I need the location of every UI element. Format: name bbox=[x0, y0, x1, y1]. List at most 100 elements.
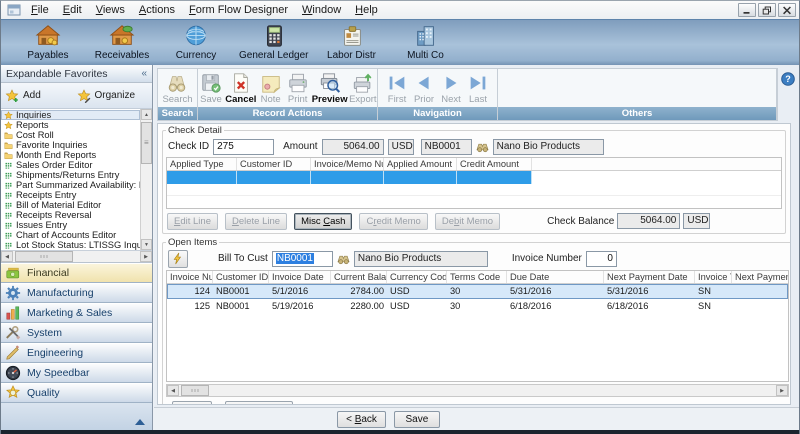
close-button[interactable] bbox=[778, 3, 796, 17]
grid-scroll-left-arrow-icon[interactable]: ◀ bbox=[167, 385, 179, 396]
back-button[interactable]: < Back bbox=[337, 411, 386, 428]
invoice-number-input[interactable] bbox=[586, 251, 617, 267]
accordion-item-system[interactable]: System bbox=[1, 323, 152, 343]
star-icon bbox=[4, 121, 13, 130]
column-header-terms-code[interactable]: Terms Code bbox=[447, 271, 507, 283]
toolbar-labor-distr[interactable]: Labor Distr bbox=[321, 23, 383, 61]
favorite-item-favorite-inquiries[interactable]: Favorite Inquiries bbox=[1, 140, 140, 150]
help-icon[interactable]: ? bbox=[781, 72, 795, 86]
bill-to-input[interactable]: NB0001 bbox=[272, 251, 333, 267]
menu-edit[interactable]: Edit bbox=[56, 2, 89, 18]
scroll-right-arrow-icon[interactable]: ▶ bbox=[140, 251, 152, 262]
grid-horizontal-scrollbar[interactable]: ◀ ▶ bbox=[166, 384, 789, 397]
sidebar-filler bbox=[1, 403, 152, 431]
favorite-item-reports[interactable]: Reports bbox=[1, 120, 140, 130]
accordion-item-manufacturing[interactable]: Manufacturing bbox=[1, 283, 152, 303]
column-header-invoice-type[interactable]: Invoice Type bbox=[695, 271, 732, 283]
scroll-left-arrow-icon[interactable]: ◀ bbox=[1, 251, 13, 262]
accordion-item-financial[interactable]: Financial bbox=[1, 263, 152, 283]
favorites-horizontal-scrollbar[interactable]: ◀ ▶ bbox=[1, 251, 152, 263]
toolbar-currency[interactable]: Currency bbox=[165, 23, 227, 61]
folder-icon bbox=[4, 151, 13, 160]
column-header-next-payment-amount[interactable]: Next Payment Amount bbox=[732, 271, 788, 283]
column-header-invoice-date[interactable]: Invoice Date bbox=[269, 271, 331, 283]
toolbar-receivables[interactable]: Receivables bbox=[91, 23, 153, 61]
favorite-item-sales-order-editor[interactable]: Sales Order Editor bbox=[1, 160, 140, 170]
misc-cash-button[interactable]: Misc Cash bbox=[294, 213, 352, 230]
grid-scroll-right-arrow-icon[interactable]: ▶ bbox=[776, 385, 788, 396]
ribbon-group-caption-navigation: Navigation bbox=[378, 107, 497, 120]
favorite-item-lot-stock-status-ltissg-inquiry[interactable]: Lot Stock Status: LTISSG Inquiry bbox=[1, 240, 140, 250]
refresh-open-items-button[interactable] bbox=[168, 250, 188, 268]
vertical-scroll-thumb[interactable] bbox=[141, 122, 152, 164]
quality-icon bbox=[5, 385, 21, 401]
pay-button[interactable]: Pay bbox=[172, 401, 212, 405]
column-header-customer-id[interactable]: Customer ID bbox=[237, 158, 311, 170]
form-icon bbox=[4, 221, 13, 230]
accordion-item-engineering[interactable]: Engineering bbox=[1, 343, 152, 363]
column-header-applied-type[interactable]: Applied Type bbox=[167, 158, 237, 170]
favorite-item-receipts-entry[interactable]: Receipts Entry bbox=[1, 190, 140, 200]
folder-icon bbox=[4, 131, 13, 140]
cancel-button[interactable]: Cancel bbox=[225, 71, 257, 106]
favorite-item-inquiries[interactable]: Inquiries bbox=[1, 110, 140, 120]
preview-button[interactable]: Preview bbox=[312, 71, 348, 106]
column-header-current-balance[interactable]: Current Balance bbox=[331, 271, 387, 283]
form-icon bbox=[4, 171, 13, 180]
column-header-currency-code[interactable]: Currency Code bbox=[387, 271, 447, 283]
open-items-group: Open Items Bill To Cust NB0001 Nano Bio … bbox=[162, 237, 791, 405]
ribbon-toolbar: SearchSearchSaveCancelNotePrintPreviewEx… bbox=[157, 68, 778, 121]
partial-pay-button[interactable]: Partial Pay bbox=[225, 401, 293, 405]
favorite-item-label: Bill of Material Editor bbox=[16, 200, 101, 210]
column-header-next-payment-date[interactable]: Next Payment Date bbox=[604, 271, 695, 283]
menu-form-flow-designer[interactable]: Form Flow Designer bbox=[182, 2, 295, 18]
favorite-item-part-summarized-availability-icisag-inq[interactable]: Part Summarized Availability: ICISAG Inq bbox=[1, 180, 140, 190]
bill-to-lookup-icon[interactable] bbox=[337, 253, 350, 265]
menu-window[interactable]: Window bbox=[295, 2, 348, 18]
column-header-applied-amount[interactable]: Applied Amount bbox=[384, 158, 457, 170]
favorite-item-chart-of-accounts-editor[interactable]: Chart of Accounts Editor bbox=[1, 230, 140, 240]
grid-cell bbox=[167, 171, 237, 184]
column-header-credit-amount[interactable]: Credit Amount bbox=[457, 158, 532, 170]
organize-favorites-button[interactable]: Organize bbox=[77, 89, 149, 103]
grid-scroll-thumb[interactable] bbox=[181, 385, 209, 396]
horizontal-scroll-thumb[interactable] bbox=[15, 251, 73, 262]
favorites-vertical-scrollbar[interactable]: ▲ ▼ bbox=[140, 109, 152, 250]
favorite-item-receipts-reversal[interactable]: Receipts Reversal bbox=[1, 210, 140, 220]
applied-grid[interactable]: Applied TypeCustomer IDInvoice/Memo Numb… bbox=[166, 157, 782, 209]
grid-cell: NB0001 bbox=[213, 284, 269, 299]
column-header-due-date[interactable]: Due Date bbox=[507, 271, 604, 283]
favorite-item-shipments-returns-entry[interactable]: Shipments/Returns Entry bbox=[1, 170, 140, 180]
collapse-sidebar-button[interactable]: « bbox=[141, 68, 147, 79]
menu-views[interactable]: Views bbox=[89, 2, 132, 18]
menu-file[interactable]: File bbox=[24, 2, 56, 18]
check-id-input[interactable] bbox=[213, 139, 274, 155]
open-items-grid[interactable]: Invoice NumberCustomer IDInvoice DateCur… bbox=[166, 270, 789, 382]
scroll-down-arrow-icon[interactable]: ▼ bbox=[141, 239, 152, 250]
accordion-item-quality[interactable]: Quality bbox=[1, 383, 152, 403]
minimize-button[interactable] bbox=[738, 3, 756, 17]
customer-lookup-icon[interactable] bbox=[476, 141, 489, 153]
scroll-up-arrow-icon[interactable]: ▲ bbox=[141, 109, 152, 120]
accordion-item-my-speedbar[interactable]: My Speedbar bbox=[1, 363, 152, 383]
toolbar-payables[interactable]: Payables bbox=[17, 23, 79, 61]
toolbar-general-ledger[interactable]: General Ledger bbox=[239, 23, 309, 61]
favorite-item-month-end-reports[interactable]: Month End Reports bbox=[1, 150, 140, 160]
column-header-invoice-number[interactable]: Invoice Number bbox=[167, 271, 213, 283]
accordion-item-marketing-sales[interactable]: Marketing & Sales bbox=[1, 303, 152, 323]
restore-button[interactable] bbox=[758, 3, 776, 17]
save-button[interactable]: Save bbox=[394, 411, 440, 428]
column-header-invoice-memo-number[interactable]: Invoice/Memo Number bbox=[311, 158, 384, 170]
favorite-item-cost-roll[interactable]: Cost Roll bbox=[1, 130, 140, 140]
favorite-item-issues-entry[interactable]: Issues Entry bbox=[1, 220, 140, 230]
column-header-customer-id[interactable]: Customer ID bbox=[213, 271, 269, 283]
add-favorite-button[interactable]: Add bbox=[5, 89, 77, 103]
table-row[interactable]: 125NB00015/19/20162280.00USD306/18/20166… bbox=[167, 299, 788, 314]
toolbar-multi-co[interactable]: Multi Co bbox=[395, 23, 457, 61]
accordion-up-arrow-icon[interactable] bbox=[135, 419, 145, 425]
selected-empty-row[interactable] bbox=[167, 171, 781, 184]
favorite-item-bill-of-material-editor[interactable]: Bill of Material Editor bbox=[1, 200, 140, 210]
menu-actions[interactable]: Actions bbox=[132, 2, 182, 18]
table-row[interactable]: 124NB00015/1/20162784.00USD305/31/20165/… bbox=[167, 284, 788, 299]
menu-help[interactable]: Help bbox=[348, 2, 385, 18]
